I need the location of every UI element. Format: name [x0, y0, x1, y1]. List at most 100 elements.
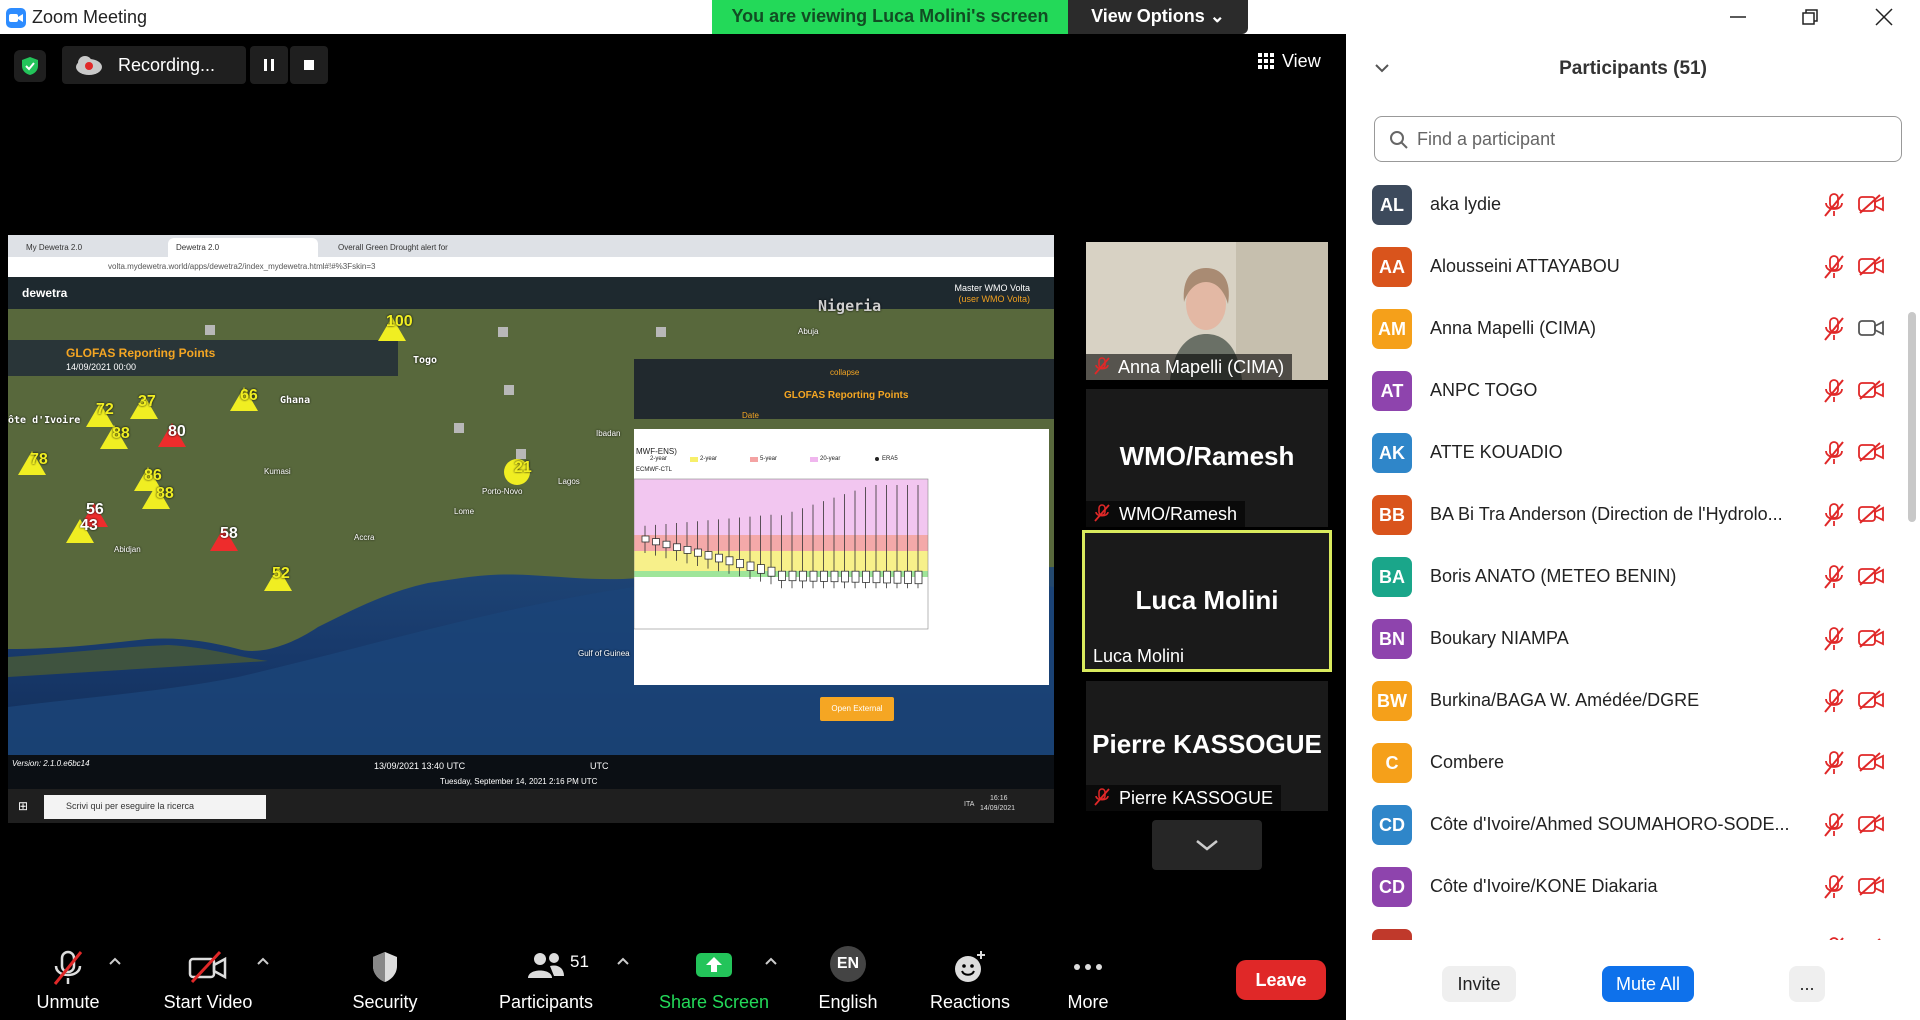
stop-recording-button[interactable]	[290, 46, 328, 84]
unmute-button[interactable]: Unmute	[20, 940, 116, 1020]
band-20year	[634, 479, 928, 535]
muted-mic-icon[interactable]	[1822, 316, 1846, 342]
pause-recording-button[interactable]	[250, 46, 288, 84]
video-tile-anna[interactable]: Anna Mapelli (CIMA)	[1086, 242, 1328, 380]
video-off-icon[interactable]	[1858, 380, 1884, 400]
map-label-abuja: Abuja	[798, 327, 819, 336]
video-off-icon[interactable]	[1858, 628, 1884, 648]
video-off-icon[interactable]	[1858, 876, 1884, 896]
muted-mic-icon[interactable]	[1822, 688, 1846, 714]
boxplot-box	[883, 570, 891, 584]
shared-screen[interactable]: My Dewetra 2.0 Dewetra 2.0 Overall Green…	[8, 235, 1054, 823]
restore-button[interactable]	[1790, 4, 1830, 30]
video-off-icon[interactable]	[1858, 504, 1884, 524]
chart-collapse-link[interactable]: collapse	[830, 368, 859, 377]
view-options-button[interactable]: View Options ⌄	[1068, 0, 1248, 34]
close-button[interactable]	[1864, 4, 1904, 30]
muted-mic-icon[interactable]	[1822, 192, 1846, 218]
station-point[interactable]	[504, 385, 514, 395]
participant-list[interactable]: AL aka lydie AA Alousseini ATTAYABOU AM Anna …	[1346, 174, 1902, 940]
station-point[interactable]	[516, 449, 526, 459]
participant-row[interactable]: AA Alousseini ATTAYABOU	[1346, 236, 1902, 298]
participant-row[interactable]: AM Anna Mapelli (CIMA)	[1346, 298, 1902, 360]
participant-list-scrollbar[interactable]	[1908, 312, 1916, 522]
open-external-button[interactable]: Open External	[820, 697, 894, 721]
taskbar-search[interactable]: Scrivi qui per eseguire la ricerca	[44, 795, 266, 819]
boxplot-box	[715, 553, 723, 563]
language-interpretation-button[interactable]: EN English	[806, 940, 890, 1020]
video-off-icon[interactable]	[1858, 442, 1884, 462]
muted-mic-icon[interactable]	[1822, 626, 1846, 652]
meeting-info-button[interactable]	[14, 50, 46, 82]
muted-mic-icon[interactable]	[1822, 750, 1846, 776]
station-point[interactable]	[656, 327, 666, 337]
reactions-button[interactable]: Reactions	[920, 940, 1020, 1020]
boxplot-box	[652, 538, 660, 546]
participant-row[interactable]: BB BA Bi Tra Anderson (Direction de l'Hyd…	[1346, 484, 1902, 546]
participants-button[interactable]: 51 Participants	[486, 940, 606, 1020]
more-label: More	[1067, 992, 1109, 1012]
find-participant-field[interactable]	[1374, 116, 1902, 162]
participant-row[interactable]: BA Boris ANATO (METEO BENIN)	[1346, 546, 1902, 608]
video-off-icon[interactable]	[1858, 256, 1884, 276]
station-point[interactable]	[454, 423, 464, 433]
mute-all-button[interactable]: Mute All	[1602, 966, 1694, 1002]
audio-options-caret-icon[interactable]	[108, 956, 122, 966]
participant-row[interactable]: CD Côte d'Ivoire/KONE Diakaria	[1346, 856, 1902, 918]
participants-options-caret-icon[interactable]	[616, 956, 630, 966]
video-off-icon[interactable]	[1858, 938, 1884, 940]
app-user-name: Master WMO Volta	[954, 283, 1030, 293]
participant-row[interactable]: BN Boukary NIAMPA	[1346, 608, 1902, 670]
legend-2year: 2-year	[650, 456, 668, 462]
band-2year	[634, 551, 928, 571]
video-options-caret-icon[interactable]	[256, 956, 270, 966]
video-off-icon[interactable]	[1858, 194, 1884, 214]
participant-row[interactable]: AL aka lydie	[1346, 174, 1902, 236]
pause-icon	[264, 59, 274, 71]
find-participant-input[interactable]	[1417, 125, 1887, 153]
muted-mic-icon[interactable]	[1822, 254, 1846, 280]
windows-start-icon[interactable]: ⊞	[18, 799, 28, 813]
avatar: CL	[1372, 929, 1412, 940]
video-off-icon[interactable]	[1858, 690, 1884, 710]
more-button[interactable]: More	[1050, 940, 1126, 1020]
video-off-icon[interactable]	[1858, 814, 1884, 834]
leave-button[interactable]: Leave	[1236, 960, 1326, 1000]
video-off-icon[interactable]	[1858, 566, 1884, 586]
station-point[interactable]	[205, 325, 215, 335]
security-button[interactable]: Security	[340, 940, 430, 1020]
video-tile-wmo-ramesh[interactable]: WMO/Ramesh WMO/Ramesh	[1086, 389, 1328, 527]
participants-panel: Participants (51) AL aka lydie AA Aloussein…	[1346, 34, 1920, 1020]
muted-mic-icon[interactable]	[1822, 936, 1846, 940]
muted-mic-icon[interactable]	[1822, 440, 1846, 466]
participant-row[interactable]: AK ATTE KOUADIO	[1346, 422, 1902, 484]
muted-mic-icon[interactable]	[1822, 378, 1846, 404]
muted-mic-icon[interactable]	[1822, 564, 1846, 590]
video-tile-pierre-kassogue[interactable]: Pierre KASSOGUE Pierre KASSOGUE	[1086, 681, 1328, 811]
map-label-ghana: Ghana	[280, 395, 311, 406]
station-point[interactable]	[498, 327, 508, 337]
participant-name: Combere	[1430, 752, 1505, 772]
video-tile-luca-molini[interactable]: Luca Molini Luca Molini	[1082, 530, 1332, 672]
muted-mic-icon[interactable]	[1822, 874, 1846, 900]
next-tiles-button[interactable]	[1152, 820, 1262, 870]
video-off-icon[interactable]	[1858, 752, 1884, 772]
participant-row[interactable]: CL Coulibaly Lassina Maïga	[1346, 918, 1902, 940]
grid-icon	[1258, 53, 1274, 69]
participant-row[interactable]: BW Burkina/BAGA W. Amédée/DGRE	[1346, 670, 1902, 732]
share-screen-button[interactable]: Share Screen	[656, 940, 772, 1020]
view-layout-button[interactable]: View	[1250, 46, 1334, 78]
start-video-button[interactable]: Start Video	[150, 940, 266, 1020]
muted-mic-icon[interactable]	[1822, 502, 1846, 528]
share-options-caret-icon[interactable]	[764, 956, 778, 966]
participant-row[interactable]: CD Côte d'Ivoire/Ahmed SOUMAHORO-SODE...	[1346, 794, 1902, 856]
minimize-button[interactable]	[1718, 4, 1758, 30]
participant-row[interactable]: AT ANPC TOGO	[1346, 360, 1902, 422]
muted-mic-icon[interactable]	[1822, 812, 1846, 838]
tile-name: Anna Mapelli (CIMA)	[1118, 357, 1285, 377]
video-icon[interactable]	[1858, 318, 1884, 338]
invite-button[interactable]: Invite	[1442, 966, 1516, 1002]
participant-row[interactable]: C Combere	[1346, 732, 1902, 794]
panel-more-button[interactable]: ...	[1789, 966, 1825, 1002]
status-datetime: 13/09/2021 13:40 UTC	[374, 761, 466, 771]
